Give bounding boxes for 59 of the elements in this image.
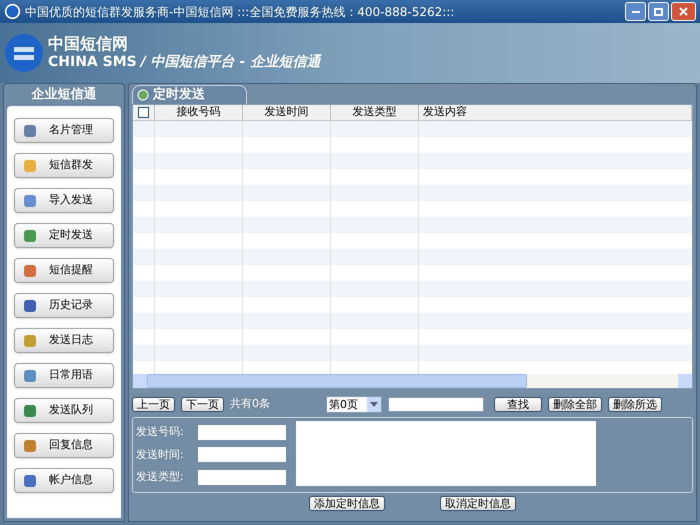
slogan: / 中国短信平台 - 企业短信通 xyxy=(140,53,320,71)
nav-icon xyxy=(23,474,37,488)
sidebar-button[interactable]: 定时发送 xyxy=(14,223,114,248)
delete-selected-button[interactable]: 删除所选 xyxy=(608,396,662,412)
input-field[interactable] xyxy=(198,470,286,486)
panel-title: 定时发送 xyxy=(153,86,205,104)
content-field[interactable] xyxy=(296,421,596,486)
action-button[interactable]: 添加定时信息 xyxy=(309,496,385,510)
sidebar-button[interactable]: 回复信息 xyxy=(14,433,114,458)
logo-subtitle: CHINA SMS xyxy=(48,53,137,71)
nav-icon xyxy=(23,334,37,348)
action-button[interactable]: 取消定时信息 xyxy=(440,496,516,510)
close-icon xyxy=(679,7,688,16)
column-header[interactable]: 发送内容 xyxy=(419,105,692,120)
sidebar-button[interactable]: 发送队列 xyxy=(14,398,114,423)
column-header[interactable]: 接收号码 xyxy=(155,105,243,120)
field-label: 发送号码: xyxy=(136,424,184,440)
previous-page-button[interactable]: 上一页 xyxy=(132,396,175,412)
field-label: 发送类型: xyxy=(136,469,184,486)
sidebar-button[interactable]: 日常用语 xyxy=(14,363,114,388)
nav-icon xyxy=(23,404,37,418)
nav-icon xyxy=(23,298,37,312)
search-field[interactable] xyxy=(388,396,484,412)
sidebar-button[interactable]: 名片管理 xyxy=(14,118,114,143)
sidebar-button[interactable]: 短信群发 xyxy=(14,153,114,178)
window-title: 中国优质的短信群发服务商-中国短信网 :::全国免费服务热线：400-888-5262::: xyxy=(25,4,454,20)
sidebar-button[interactable]: 历史记录 xyxy=(14,293,114,318)
nav-icon xyxy=(23,228,37,242)
search-button[interactable]: 查找 xyxy=(494,396,542,412)
sidebar-button[interactable]: 导入发送 xyxy=(14,188,114,213)
dropdown-arrow-icon xyxy=(370,402,378,406)
close-button[interactable] xyxy=(671,2,696,21)
total-count: 共有0条 xyxy=(230,396,270,412)
sidebar-button[interactable]: 帐户信息 xyxy=(14,468,114,493)
clock-icon xyxy=(137,89,149,101)
field-label: 发送时间: xyxy=(136,446,184,463)
logo-title: 中国短信网 xyxy=(48,35,129,53)
input-field[interactable] xyxy=(198,447,286,462)
nav-icon xyxy=(23,368,37,382)
maximize-button[interactable] xyxy=(648,2,669,21)
minimize-button[interactable] xyxy=(625,2,646,21)
nav-icon xyxy=(23,438,37,452)
horizontal-scrollbar[interactable] xyxy=(133,374,692,388)
delete-all-button[interactable]: 删除全部 xyxy=(548,396,602,412)
nav-icon xyxy=(23,194,37,208)
nav-icon xyxy=(23,124,37,138)
app-logo-icon xyxy=(4,3,21,20)
page-select[interactable]: 第0页 xyxy=(326,396,382,412)
sidebar-button[interactable]: 发送日志 xyxy=(14,328,114,353)
nav-icon xyxy=(23,264,37,278)
sidebar-button[interactable]: 短信提醒 xyxy=(14,258,114,283)
select-all-checkbox[interactable] xyxy=(138,107,149,118)
input-field[interactable] xyxy=(198,424,286,440)
logo-icon xyxy=(4,33,44,73)
nav-icon xyxy=(23,158,37,172)
sidebar-title: 企业短信通 xyxy=(30,86,98,104)
next-page-button[interactable]: 下一页 xyxy=(181,396,224,412)
column-header[interactable]: 发送类型 xyxy=(331,105,419,120)
column-header[interactable]: 发送时间 xyxy=(243,105,331,120)
